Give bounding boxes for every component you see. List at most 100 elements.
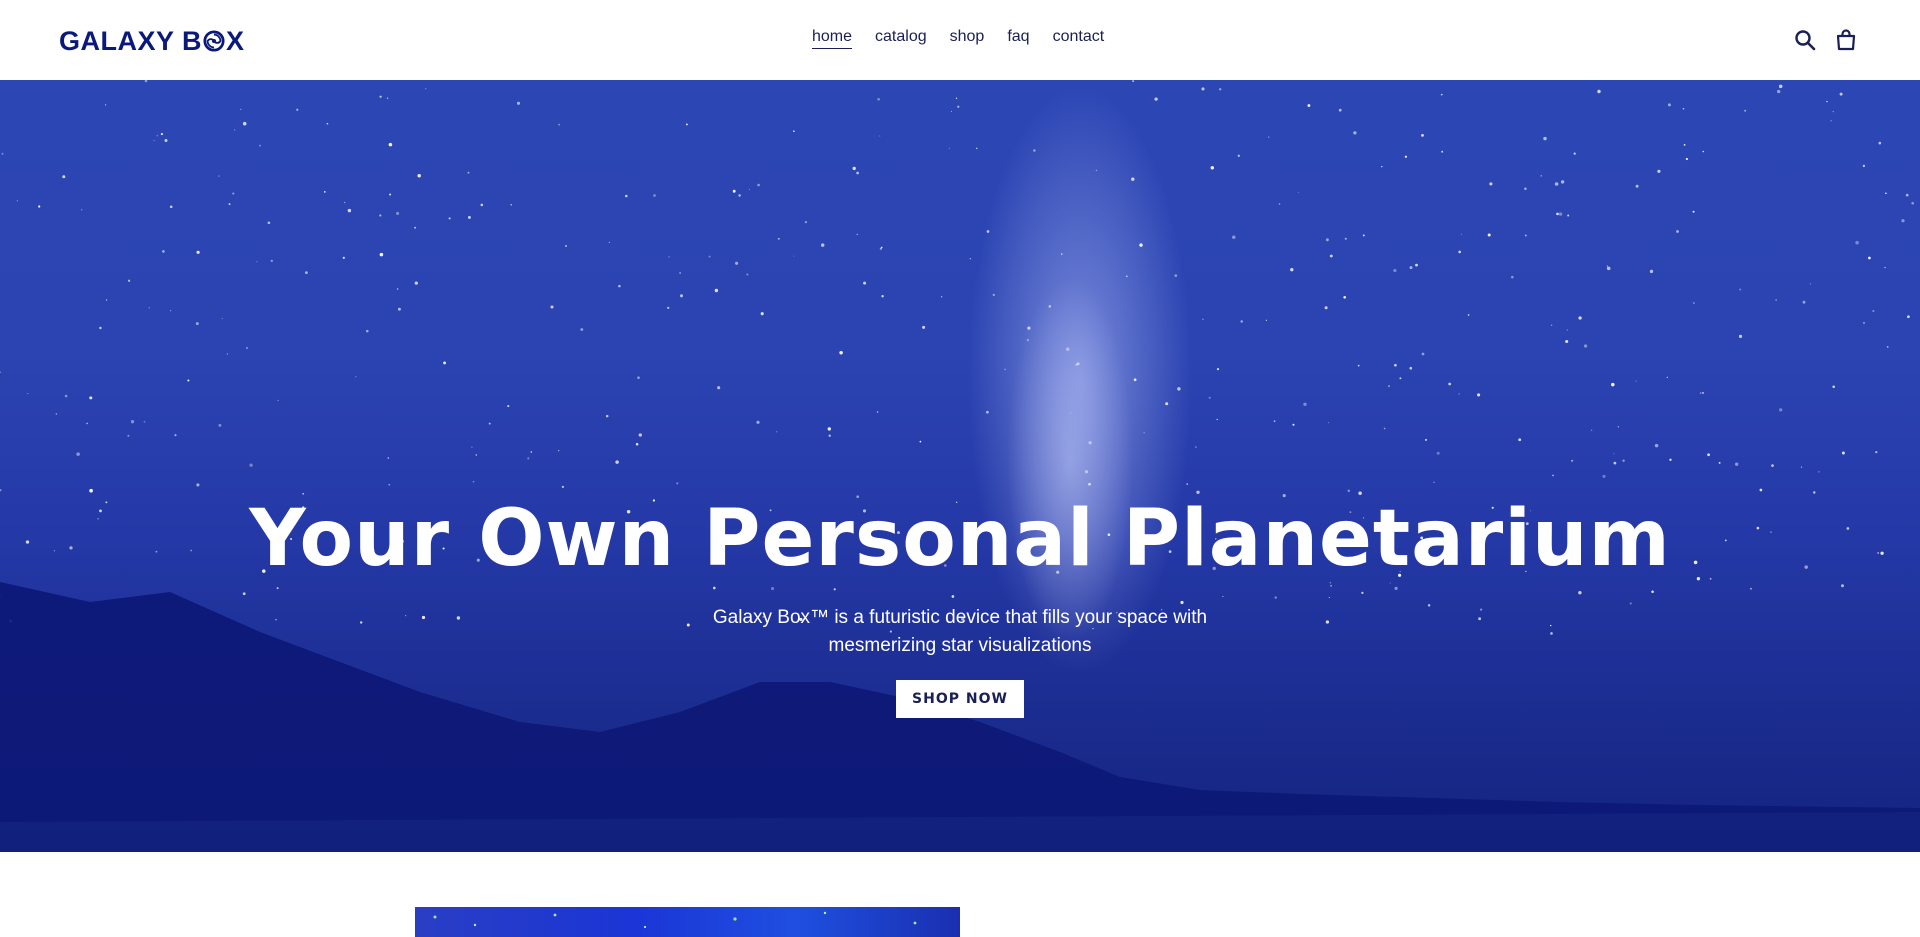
star: [955, 97, 958, 99]
star: [986, 230, 990, 233]
star: [1775, 299, 1777, 301]
star: [1324, 306, 1328, 310]
star: [685, 123, 688, 126]
nav-item-faq[interactable]: faq: [1007, 28, 1029, 49]
star: [1556, 212, 1559, 216]
feature-image-stars: [433, 911, 917, 929]
nav-item-shop[interactable]: shop: [950, 28, 985, 49]
star: [679, 272, 681, 274]
star: [1088, 482, 1091, 486]
star: [1026, 338, 1030, 342]
star: [326, 122, 329, 125]
star: [1070, 412, 1072, 414]
star: [1884, 266, 1886, 269]
star: [1267, 136, 1270, 138]
star: [793, 255, 795, 257]
star: [1061, 253, 1063, 255]
star: [1841, 451, 1845, 455]
star: [653, 194, 656, 197]
star: [304, 271, 308, 275]
star: [1667, 103, 1671, 107]
star: [667, 306, 670, 310]
star: [879, 135, 881, 137]
star: [1617, 426, 1619, 428]
star: [986, 410, 989, 414]
star: [1216, 418, 1218, 421]
star: [296, 108, 299, 111]
star: [55, 413, 58, 415]
star: [1560, 180, 1565, 184]
star: [757, 183, 760, 187]
star: [1399, 377, 1402, 380]
shop-now-button[interactable]: SHOP NOW: [896, 680, 1024, 718]
star: [708, 255, 711, 258]
star: [153, 139, 155, 142]
star: [234, 129, 236, 131]
star: [1602, 474, 1606, 478]
star: [558, 123, 560, 126]
star: [1353, 131, 1357, 135]
star: [89, 488, 93, 493]
search-icon[interactable]: [1793, 28, 1817, 52]
star: [99, 326, 102, 330]
star: [1657, 169, 1661, 173]
nav-item-catalog[interactable]: catalog: [875, 28, 927, 49]
star: [169, 205, 173, 209]
star: [1635, 184, 1639, 188]
star: [1693, 302, 1695, 304]
star: [1362, 234, 1365, 237]
star: [144, 80, 148, 83]
star: [270, 259, 273, 263]
star: [388, 142, 393, 147]
star: [565, 245, 567, 247]
star: [347, 208, 352, 213]
star: [164, 139, 168, 142]
star: [735, 261, 739, 265]
star: [27, 393, 29, 395]
star: [1907, 315, 1910, 319]
star: [414, 226, 417, 229]
star: [195, 322, 199, 326]
star: [38, 205, 41, 208]
star: [1307, 104, 1311, 107]
star: [1524, 234, 1527, 237]
star: [467, 171, 470, 174]
star: [1558, 212, 1563, 216]
star: [1133, 378, 1137, 382]
star: [1573, 152, 1576, 155]
nav-item-contact[interactable]: contact: [1053, 28, 1105, 49]
star: [106, 299, 108, 301]
star: [876, 411, 879, 413]
star: [366, 329, 369, 333]
star: [738, 194, 741, 197]
star: [530, 451, 533, 453]
star: [127, 434, 130, 437]
star: [922, 325, 926, 329]
star: [804, 220, 808, 224]
star: [1325, 238, 1329, 242]
logo[interactable]: GALAXY B X: [59, 26, 245, 56]
star: [1543, 136, 1547, 141]
star: [1237, 154, 1240, 157]
star: [127, 279, 131, 282]
star: [448, 217, 451, 220]
star: [1571, 459, 1574, 462]
hero-title: Your Own Personal Planetarium: [249, 494, 1671, 584]
cart-icon[interactable]: [1834, 28, 1858, 52]
star: [756, 420, 760, 424]
star: [1886, 346, 1889, 348]
star: [561, 485, 565, 489]
nav-item-home[interactable]: home: [812, 28, 853, 49]
star: [1139, 243, 1143, 247]
star: [1839, 92, 1843, 96]
star: [342, 256, 345, 259]
star: [1611, 382, 1615, 387]
star: [1095, 169, 1098, 172]
star: [1265, 319, 1267, 321]
star: [472, 480, 475, 483]
star: [1718, 461, 1721, 464]
star: [1195, 446, 1197, 448]
star: [1404, 155, 1408, 158]
star: [1292, 423, 1295, 426]
star: [1165, 402, 1169, 406]
